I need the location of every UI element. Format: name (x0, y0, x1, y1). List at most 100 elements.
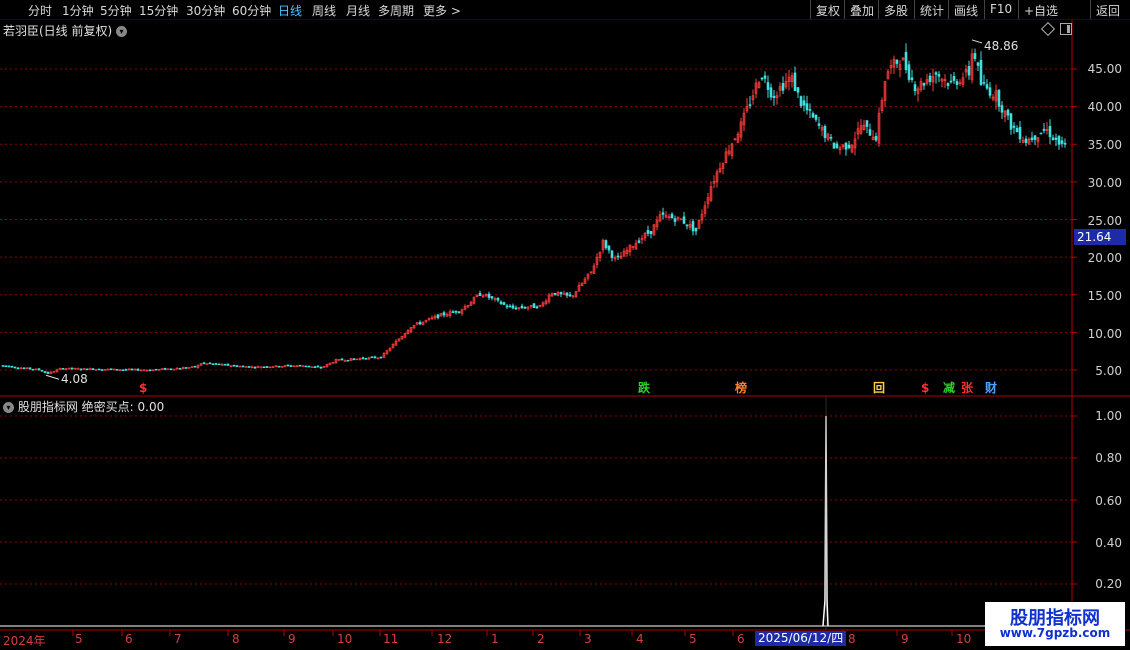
candle-body (298, 364, 302, 367)
period-tab-60min[interactable]: 60分钟 (232, 2, 271, 19)
candle-body (364, 358, 368, 360)
event-marker[interactable]: $ (138, 381, 148, 395)
restore-rights-button[interactable]: 复权 (810, 0, 844, 19)
date-tick: 12 (437, 632, 453, 646)
candle-body (109, 368, 113, 371)
event-marker[interactable]: 减 (942, 381, 956, 395)
event-marker[interactable]: $ (920, 381, 930, 395)
candle-body (928, 75, 932, 82)
candle-body (508, 305, 512, 308)
add-watchlist-button[interactable]: +自选 (1018, 0, 1062, 19)
candle-body (811, 113, 815, 118)
period-tab-multi[interactable]: 多周期 (378, 2, 414, 19)
candle-body (208, 362, 212, 365)
event-marker[interactable]: 张 (960, 381, 974, 395)
candle-body (1009, 113, 1013, 130)
candle-body (340, 358, 344, 361)
f10-button[interactable]: F10 (984, 0, 1016, 19)
period-tab-daily[interactable]: 日线 (278, 2, 302, 19)
chevron-down-icon[interactable]: ▾ (116, 26, 128, 37)
candle-body (91, 368, 95, 371)
candle-body (832, 142, 836, 149)
candle-body (1060, 140, 1064, 144)
candle-body (286, 364, 290, 367)
candle-body (772, 95, 776, 98)
candle-body (670, 213, 674, 219)
candle-body (817, 123, 821, 126)
buy-signal-spike (822, 415, 829, 627)
candle-body (178, 368, 182, 370)
candle-body (865, 120, 869, 127)
last-price-tag: 21.64 (1074, 229, 1126, 245)
candle-body (769, 87, 773, 98)
candle-body (973, 53, 977, 60)
statistics-button[interactable]: 统计 (914, 0, 948, 19)
candle-body (457, 311, 461, 313)
candle-body (10, 365, 14, 368)
candle-body (100, 369, 104, 371)
y-tick: 10.00 (1087, 327, 1122, 341)
event-marker[interactable]: 榜 (734, 381, 748, 395)
candle-body (28, 367, 32, 370)
candle-body (565, 292, 569, 296)
event-marker[interactable]: 回 (872, 381, 886, 395)
panel-toggle-icon[interactable] (1060, 23, 1072, 35)
candle-body (949, 80, 953, 83)
candle-body (37, 368, 41, 371)
period-tab-fenshi[interactable]: 分时 (28, 2, 52, 19)
draw-line-button[interactable]: 画线 (948, 0, 982, 19)
event-marker[interactable]: 财 (984, 381, 998, 395)
candle-body (316, 365, 320, 368)
candle-body (1033, 135, 1037, 140)
candle-body (1051, 137, 1055, 141)
candle-body (1039, 132, 1043, 135)
sub-y-tick: 1.00 (1095, 409, 1122, 423)
high-price-label: 48.86 (984, 39, 1019, 53)
candle-body (610, 250, 614, 258)
chevron-down-icon[interactable]: ▾ (3, 402, 14, 413)
candle-body (265, 366, 269, 368)
sub-y-tick: 0.60 (1095, 494, 1122, 508)
more-menu[interactable]: 更多 > (423, 2, 461, 19)
period-tab-15min[interactable]: 15分钟 (139, 2, 178, 19)
candle-body (79, 368, 83, 371)
overlay-button[interactable]: 叠加 (844, 0, 878, 19)
candle-body (97, 368, 101, 371)
candle-body (154, 368, 158, 371)
date-tick: 11 (383, 632, 399, 646)
candle-body (691, 221, 695, 232)
date-tick: 5 (689, 632, 697, 646)
event-marker[interactable]: 跌 (637, 381, 651, 395)
candle-body (262, 366, 266, 369)
date-tick: 7 (174, 632, 182, 646)
candle-body (616, 255, 620, 258)
candle-body (847, 144, 851, 149)
candle-body (352, 358, 356, 361)
high-arrow (971, 39, 983, 44)
candle-body (46, 371, 50, 374)
multi-stock-button[interactable]: 多股 (878, 0, 912, 19)
candle-body (874, 136, 878, 141)
candle-body (370, 356, 374, 359)
period-tab-1min[interactable]: 1分钟 (62, 2, 94, 19)
date-tick: 3 (584, 632, 592, 646)
period-tab-weekly[interactable]: 周线 (312, 2, 336, 19)
candle-body (553, 292, 557, 296)
candle-body (226, 363, 230, 366)
date-tick: 1 (491, 632, 499, 646)
period-tab-5min[interactable]: 5分钟 (100, 2, 132, 19)
candle-body (148, 369, 152, 372)
candle-body (1015, 127, 1019, 133)
candle-body (559, 292, 563, 295)
period-tab-30min[interactable]: 30分钟 (186, 2, 225, 19)
candle-body (523, 307, 527, 309)
back-button[interactable]: 返回 (1090, 0, 1124, 19)
candle-body (7, 365, 11, 368)
date-tick: 10 (956, 632, 972, 646)
low-price-label: 4.08 (61, 372, 88, 386)
candle-body (748, 104, 752, 106)
candle-body (979, 59, 983, 85)
period-tab-monthly[interactable]: 月线 (346, 2, 370, 19)
candle-body (793, 72, 797, 92)
candle-body (868, 129, 872, 136)
